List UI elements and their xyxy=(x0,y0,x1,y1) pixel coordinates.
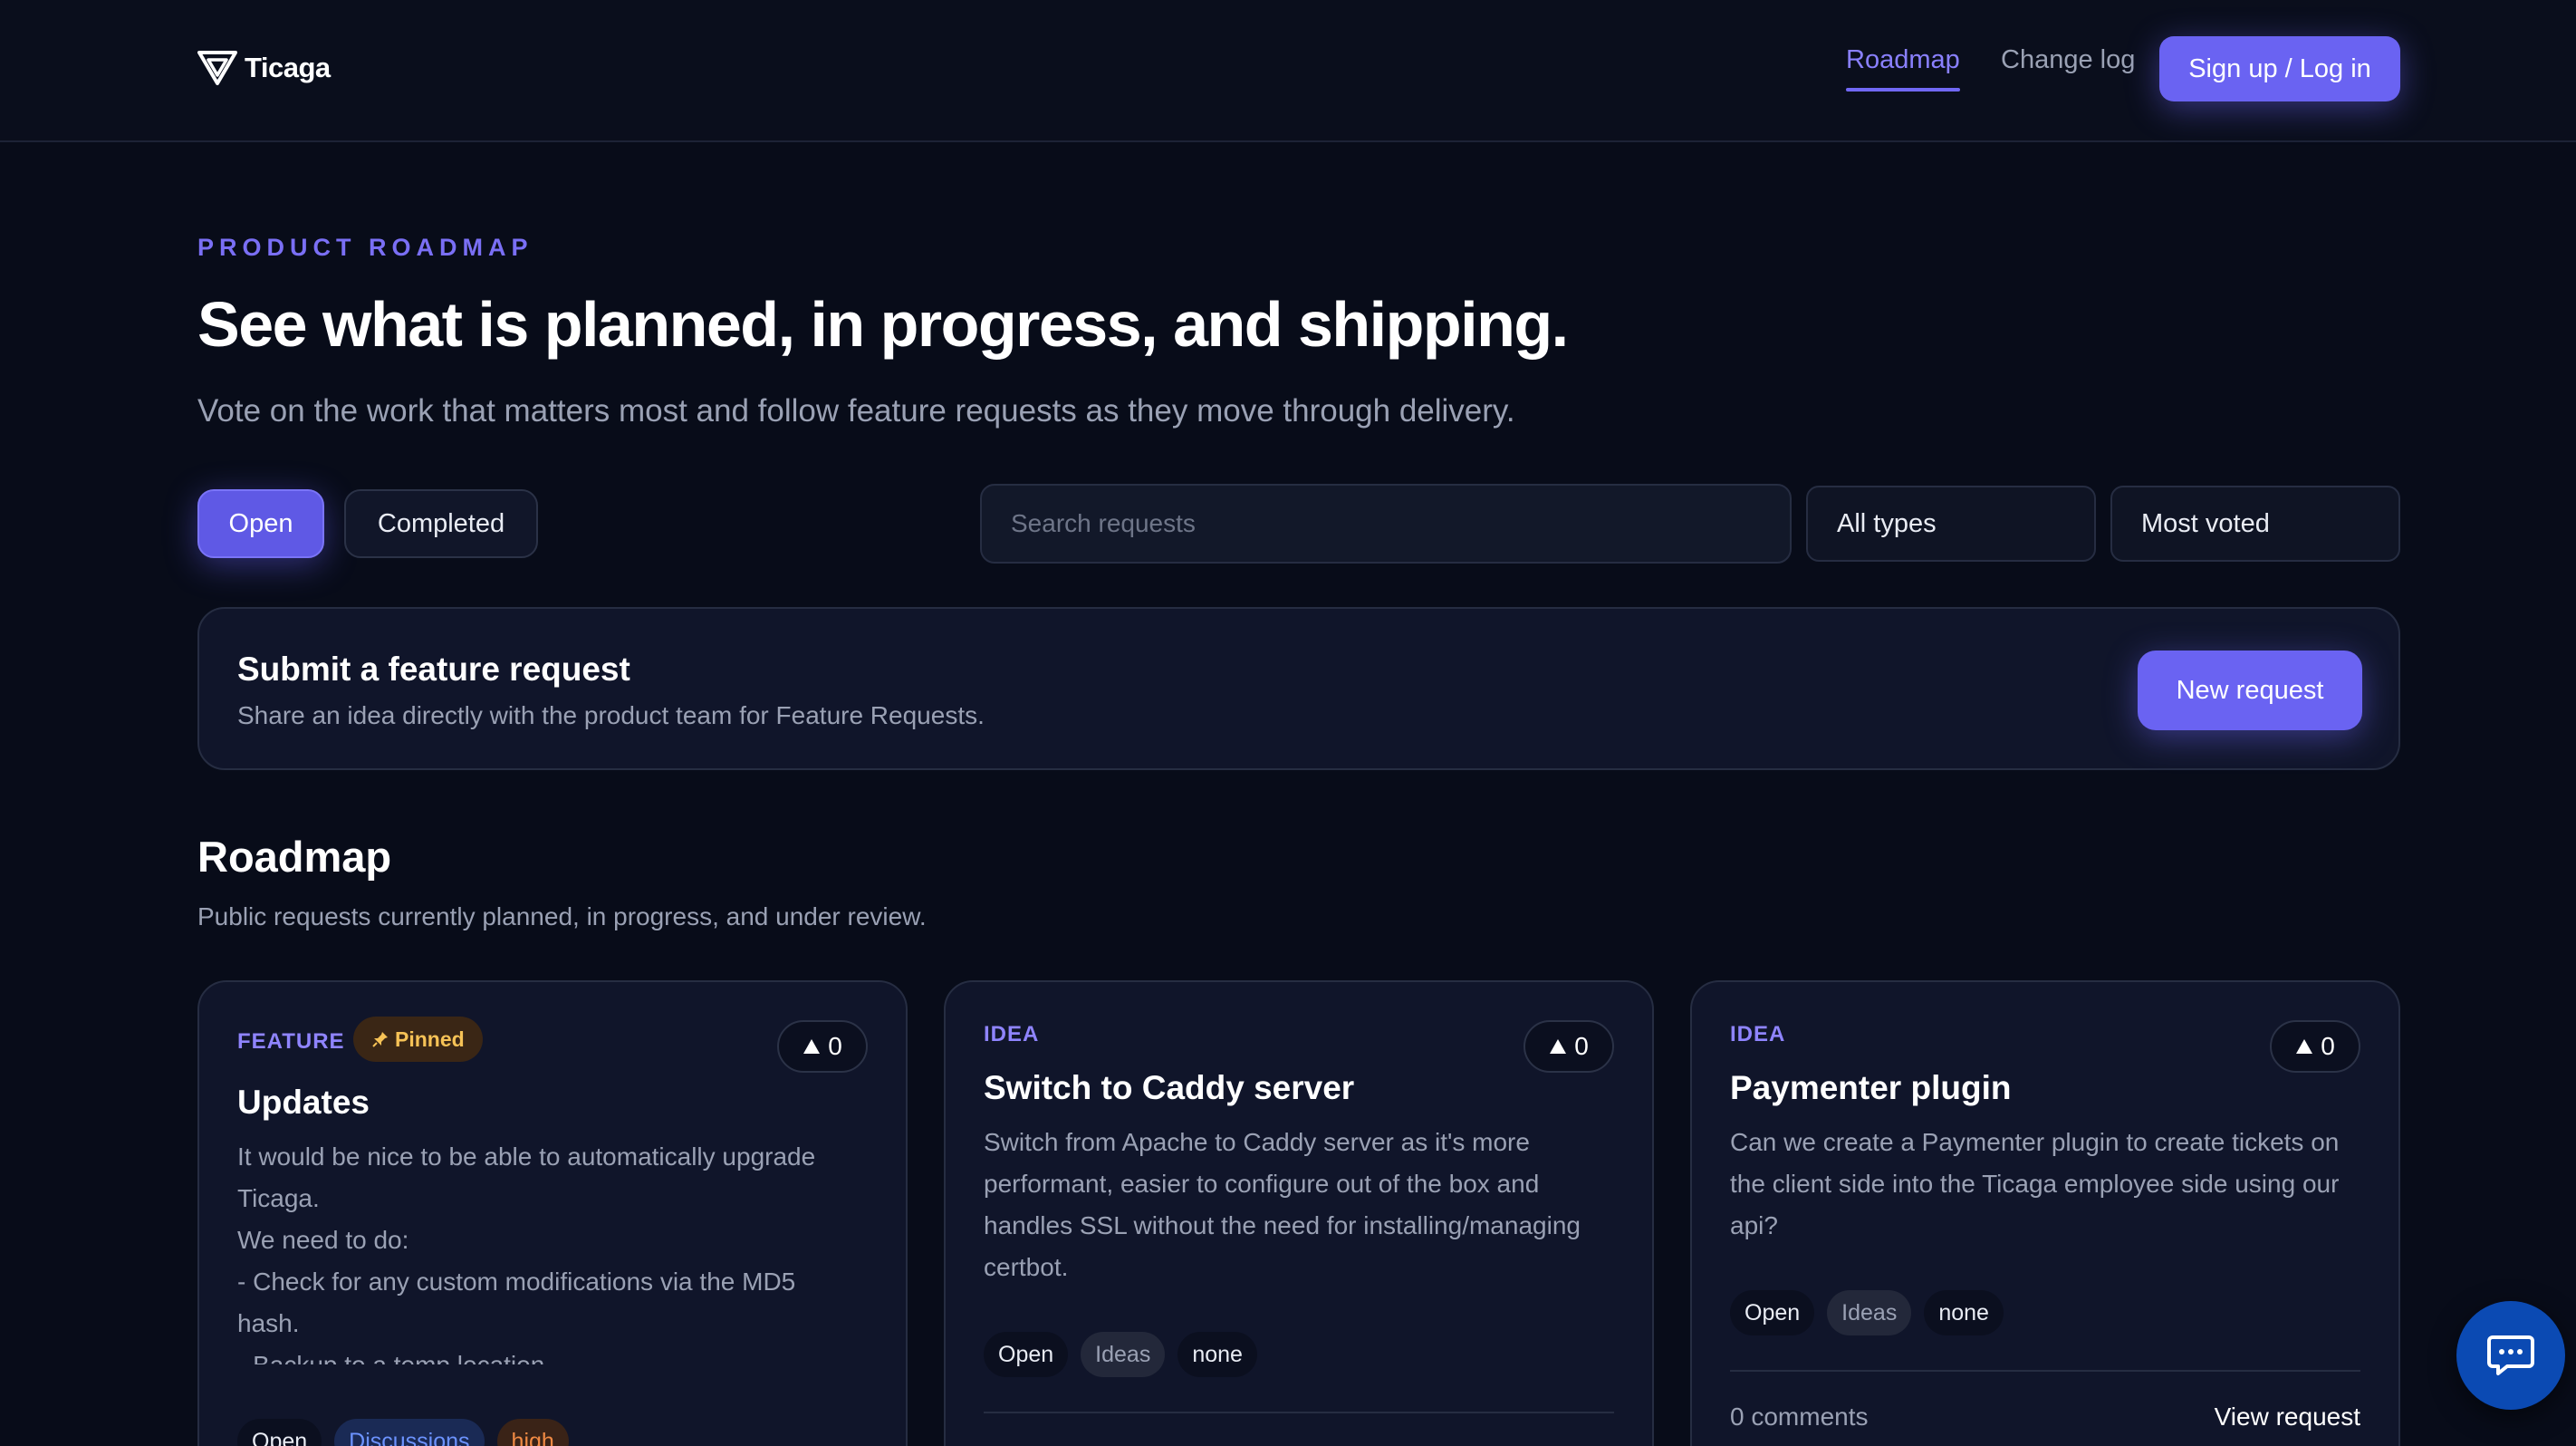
type-filter-select[interactable]: All types xyxy=(1806,486,2096,562)
logo-text: Ticaga xyxy=(245,52,331,83)
priority-chip: none xyxy=(1177,1332,1257,1377)
upvote-button[interactable]: 0 xyxy=(1523,1020,1614,1073)
request-tags: Open Ideas none xyxy=(1730,1290,2004,1335)
request-tags: Open Ideas none xyxy=(984,1332,1257,1377)
description-line: We need to do: xyxy=(237,1226,409,1254)
category-chip: Discussions xyxy=(334,1419,485,1446)
request-title[interactable]: Paymenter plugin xyxy=(1730,1069,2011,1107)
nav-changelog-link[interactable]: Change log xyxy=(2001,45,2135,75)
nav-roadmap-link[interactable]: Roadmap xyxy=(1846,45,1960,92)
category-chip: Ideas xyxy=(1827,1290,1912,1335)
submit-subtitle: Share an idea directly with the product … xyxy=(237,701,985,729)
page-title: See what is planned, in progress, and sh… xyxy=(197,289,1569,360)
submit-title: Submit a feature request xyxy=(237,651,630,688)
view-request-link[interactable]: View request xyxy=(2215,1403,2360,1432)
request-description: Can we create a Paymenter plugin to crea… xyxy=(1730,1128,2340,1239)
priority-chip: none xyxy=(1924,1290,2004,1335)
upvote-button[interactable]: 0 xyxy=(777,1020,868,1073)
request-tags: Open Discussions high xyxy=(237,1419,569,1446)
upvote-button[interactable]: 0 xyxy=(2270,1020,2360,1073)
search-input[interactable] xyxy=(980,484,1792,564)
tab-completed[interactable]: Completed xyxy=(344,489,538,558)
vote-count: 0 xyxy=(828,1032,842,1060)
request-card[interactable]: IDEA 0 Paymenter plugin Can we create a … xyxy=(1690,980,2400,1446)
roadmap-title: Roadmap xyxy=(197,833,392,881)
pinned-badge: Pinned xyxy=(353,1017,483,1062)
request-type-label: IDEA xyxy=(1730,1022,1786,1046)
card-divider xyxy=(1730,1370,2360,1372)
top-navbar: Ticaga Roadmap Change log Sign up / Log … xyxy=(0,0,2576,142)
request-description: Switch from Apache to Caddy server as it… xyxy=(984,1128,1581,1281)
status-chip: Open xyxy=(984,1332,1069,1377)
request-card[interactable]: FEATURE Pinned 0 Updates It would be nic… xyxy=(197,980,908,1446)
sort-value: Most voted xyxy=(2141,508,2270,538)
type-filter-value: All types xyxy=(1837,508,1937,538)
request-card[interactable]: IDEA 0 Switch to Caddy server Switch fro… xyxy=(944,980,1654,1446)
status-chip: Open xyxy=(237,1419,322,1446)
upvote-arrow-icon xyxy=(803,1039,821,1054)
submit-request-card: Submit a feature request Share an idea d… xyxy=(197,607,2400,770)
description-line: hash. xyxy=(237,1309,300,1337)
description-line: - Backup to a temp location xyxy=(237,1345,868,1364)
description-line: - Check for any custom modifications via… xyxy=(237,1268,796,1296)
pin-icon xyxy=(372,1032,388,1047)
request-description: It would be nice to be able to automatic… xyxy=(237,1136,868,1364)
upvote-arrow-icon xyxy=(2296,1039,2313,1054)
vote-count: 0 xyxy=(1574,1032,1589,1060)
roadmap-subtitle: Public requests currently planned, in pr… xyxy=(197,902,927,930)
logo[interactable]: Ticaga xyxy=(197,47,331,89)
description-line: Ticaga. xyxy=(237,1184,320,1212)
new-request-button[interactable]: New request xyxy=(2138,651,2362,730)
sort-select[interactable]: Most voted xyxy=(2110,486,2400,562)
ticaga-logo-icon xyxy=(197,51,237,85)
hero-eyebrow: PRODUCT ROADMAP xyxy=(197,234,533,261)
category-chip: Ideas xyxy=(1081,1332,1166,1377)
description-line: It would be nice to be able to automatic… xyxy=(237,1142,816,1171)
signup-login-button[interactable]: Sign up / Log in xyxy=(2159,36,2400,101)
tab-open[interactable]: Open xyxy=(197,489,324,558)
request-title[interactable]: Updates xyxy=(237,1084,370,1122)
page-subtitle: Vote on the work that matters most and f… xyxy=(197,393,1515,429)
request-type-label: FEATURE xyxy=(237,1029,345,1054)
vote-count: 0 xyxy=(2321,1032,2335,1060)
priority-chip: high xyxy=(496,1419,569,1446)
request-type-label: IDEA xyxy=(984,1022,1040,1046)
chat-bubble-icon xyxy=(2487,1335,2534,1375)
upvote-arrow-icon xyxy=(1550,1039,1567,1054)
card-divider xyxy=(984,1412,1614,1413)
chat-button[interactable] xyxy=(2456,1301,2565,1410)
request-title[interactable]: Switch to Caddy server xyxy=(984,1069,1354,1107)
pinned-label: Pinned xyxy=(395,1027,465,1051)
status-chip: Open xyxy=(1730,1290,1815,1335)
comments-count: 0 comments xyxy=(1730,1403,1869,1431)
